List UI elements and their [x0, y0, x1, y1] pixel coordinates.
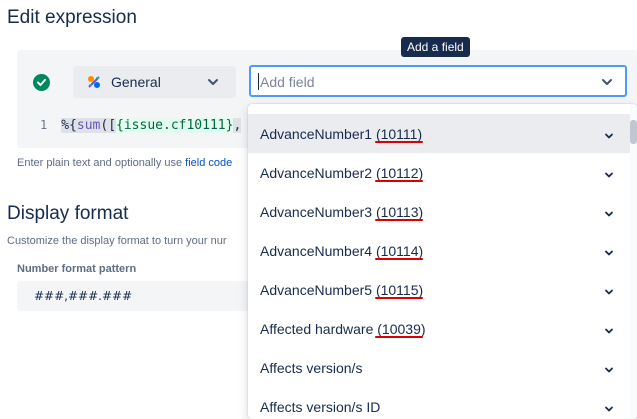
scrollbar-thumb[interactable] — [630, 120, 637, 144]
dropdown-item-label: AdvanceNumber1 (10111) — [260, 126, 423, 142]
helper-text: Enter plain text and optionally use fiel… — [17, 157, 232, 169]
dropdown-item-label: Affected hardware (10039) — [260, 321, 426, 337]
calculator-icon — [86, 74, 102, 90]
dropdown-item-label: AdvanceNumber3 (10113) — [260, 204, 424, 220]
dropdown-item[interactable]: AdvanceNumber5 (10115) — [248, 270, 630, 309]
expression-type-select[interactable]: General — [73, 66, 236, 98]
dropdown-item-label: AdvanceNumber4 (10114) — [260, 243, 424, 259]
line-number: 1 — [40, 118, 48, 132]
add-field-placeholder: Add field — [260, 74, 315, 90]
chevron-down-icon[interactable] — [604, 362, 614, 380]
dropdown-item[interactable]: Affected hardware (10039) — [248, 309, 630, 348]
chevron-down-icon[interactable] — [604, 323, 614, 341]
dropdown-item-label: AdvanceNumber2 (10112) — [260, 165, 424, 181]
add-field-input[interactable]: Add field — [249, 65, 627, 97]
display-format-description: Customize the display format to turn you… — [7, 235, 227, 247]
display-format-title: Display format — [7, 203, 129, 224]
field-dropdown: AdvanceNumber1 (10111) AdvanceNumber2 (1… — [248, 104, 637, 419]
dropdown-item-label: Affects version/s ID — [260, 399, 381, 415]
dropdown-item-label: Affects version/s — [260, 360, 363, 376]
code-text: %{sum([{issue.cf10111}, — [61, 118, 242, 133]
chevron-down-icon[interactable] — [604, 401, 614, 419]
text-caret — [258, 73, 259, 90]
code-prefix: %{ — [61, 118, 77, 133]
chevron-down-icon[interactable] — [604, 245, 614, 263]
number-format-label: Number format pattern — [17, 263, 137, 275]
type-select-value: General — [111, 74, 161, 90]
code-suffix: , — [233, 118, 242, 133]
number-format-value: ###,###.### — [34, 289, 133, 303]
code-function: sum — [76, 118, 101, 133]
dropdown-item[interactable]: AdvanceNumber3 (10113) — [248, 192, 630, 231]
chevron-down-icon[interactable] — [604, 206, 614, 224]
valid-check-icon — [33, 74, 50, 91]
dropdown-item[interactable]: AdvanceNumber2 (10112) — [248, 153, 630, 192]
code-open: ([ — [100, 118, 117, 133]
page-title: Edit expression — [7, 7, 137, 28]
helper-text-body: Enter plain text and optionally use — [17, 157, 186, 169]
dropdown-item-label: AdvanceNumber5 (10115) — [260, 282, 424, 298]
code-line[interactable]: 1 %{sum([{issue.cf10111}, — [40, 118, 242, 133]
chevron-down-icon[interactable] — [604, 128, 614, 146]
number-format-input[interactable]: ###,###.### — [17, 281, 249, 311]
annotation-underline — [375, 297, 423, 299]
dropdown-scrollbar[interactable] — [630, 104, 637, 419]
code-field: {issue.cf10111} — [116, 118, 234, 133]
chevron-down-icon[interactable] — [604, 167, 614, 185]
dropdown-item[interactable]: AdvanceNumber4 (10114) — [248, 231, 630, 270]
annotation-underline — [375, 258, 423, 260]
chevron-down-icon[interactable] — [604, 284, 614, 302]
add-field-tooltip: Add a field — [401, 37, 470, 57]
chevron-down-icon — [206, 75, 220, 94]
dropdown-item[interactable]: AdvanceNumber1 (10111) — [248, 114, 630, 153]
dropdown-item[interactable]: Affects version/s ID — [248, 387, 630, 419]
dropdown-item[interactable]: Affects version/s — [248, 348, 630, 387]
annotation-underline — [375, 219, 423, 221]
annotation-underline — [375, 141, 423, 143]
chevron-down-icon[interactable] — [600, 75, 614, 94]
field-code-link[interactable]: field code — [185, 157, 232, 169]
annotation-underline — [375, 180, 423, 182]
annotation-underline — [375, 336, 423, 338]
